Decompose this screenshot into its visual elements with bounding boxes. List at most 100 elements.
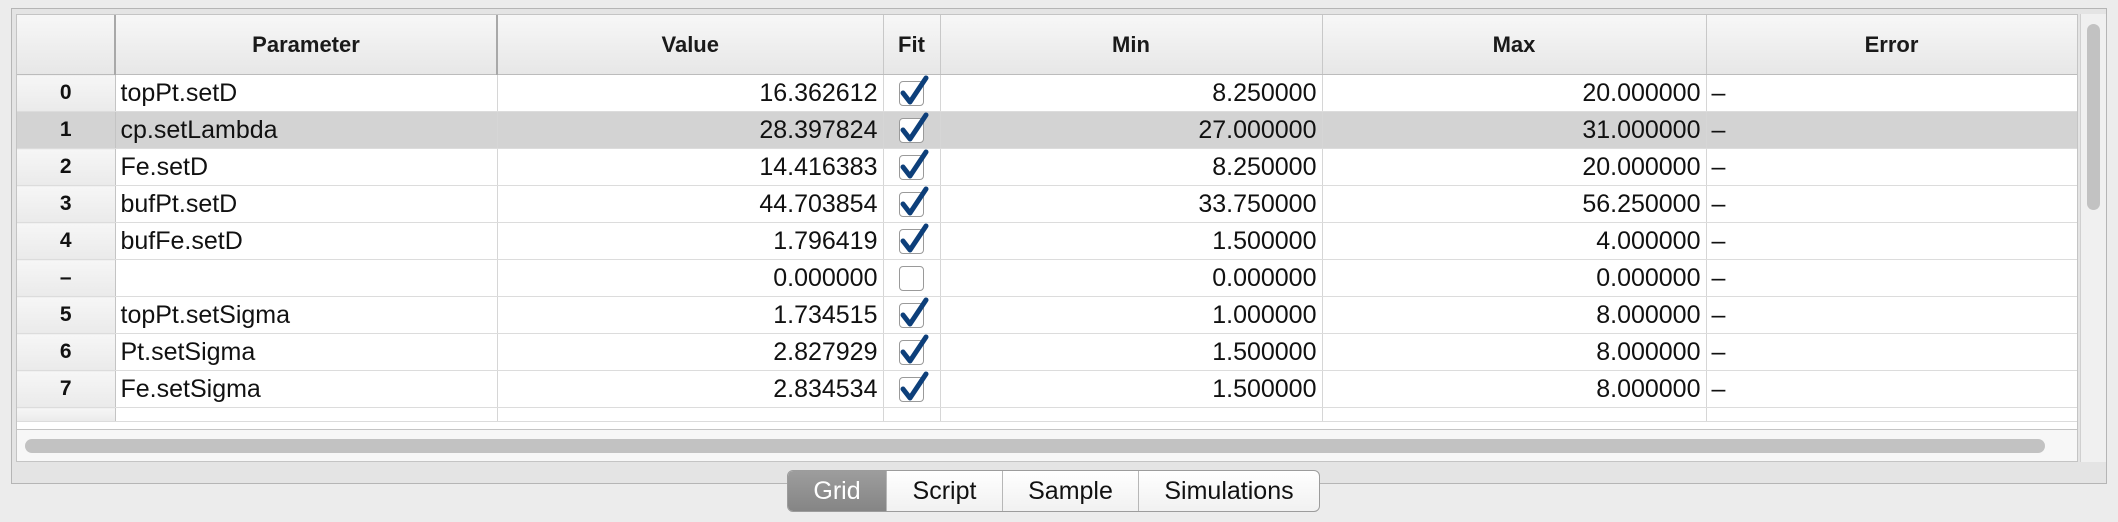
- column-header-error[interactable]: Error: [1706, 15, 2077, 75]
- column-header-min[interactable]: Min: [940, 15, 1323, 75]
- horizontal-scrollbar[interactable]: [16, 430, 2078, 462]
- row-index[interactable]: 5: [17, 296, 116, 334]
- fit-cell[interactable]: [883, 111, 941, 149]
- min-cell[interactable]: 0.000000: [940, 259, 1323, 297]
- table-row[interactable]: 0 topPt.setD 16.362612 8.250000 20.000000–: [17, 74, 2077, 112]
- fit-checkbox[interactable]: [899, 297, 929, 329]
- min-cell[interactable]: 33.750000: [940, 185, 1323, 223]
- parameter-cell[interactable]: Pt.setSigma: [115, 333, 498, 371]
- table-row[interactable]: 1 cp.setLambda 28.397824 27.000000 31.000000…: [17, 111, 2077, 149]
- value-cell[interactable]: 0.000000: [497, 259, 884, 297]
- fit-checkbox[interactable]: [899, 223, 929, 255]
- fit-cell[interactable]: [883, 333, 941, 371]
- tab-script[interactable]: Script: [886, 471, 1002, 511]
- max-cell[interactable]: 8.000000: [1322, 333, 1707, 371]
- max-cell[interactable]: 20.000000: [1322, 148, 1707, 186]
- table-row[interactable]: 5 topPt.setSigma 1.734515 1.000000 8.000000–: [17, 296, 2077, 334]
- table-row[interactable]: 2 Fe.setD 14.416383 8.250000 20.000000–: [17, 148, 2077, 186]
- parameter-table: Parameter Value Fit Min Max Error 0 topPt…: [17, 15, 2077, 422]
- row-index[interactable]: 7: [17, 370, 116, 408]
- table-row[interactable]: 3 bufPt.setD 44.703854 33.750000 56.250000–: [17, 185, 2077, 223]
- partial-cell: [940, 407, 1323, 422]
- column-header-parameter[interactable]: Parameter: [114, 15, 498, 75]
- table-row[interactable]: 7 Fe.setSigma 2.834534 1.500000 8.000000–: [17, 370, 2077, 408]
- column-header-max[interactable]: Max: [1322, 15, 1707, 75]
- parameter-cell[interactable]: Fe.setSigma: [115, 370, 498, 408]
- error-cell[interactable]: –: [1706, 74, 2077, 112]
- fit-checkbox[interactable]: [899, 149, 929, 181]
- corner-header[interactable]: [17, 15, 116, 75]
- max-cell[interactable]: 0.000000: [1322, 259, 1707, 297]
- min-cell[interactable]: 1.500000: [940, 370, 1323, 408]
- value-cell[interactable]: 2.827929: [497, 333, 884, 371]
- fit-cell[interactable]: [883, 74, 941, 112]
- row-index[interactable]: 4: [17, 222, 116, 260]
- row-index[interactable]: –: [17, 259, 116, 297]
- min-cell[interactable]: 8.250000: [940, 148, 1323, 186]
- vertical-scroll-thumb[interactable]: [2087, 24, 2100, 210]
- table-row[interactable]: 4 bufFe.setD 1.796419 1.500000 4.000000–: [17, 222, 2077, 260]
- table-row[interactable]: 6 Pt.setSigma 2.827929 1.500000 8.000000–: [17, 333, 2077, 371]
- column-header-value[interactable]: Value: [497, 15, 884, 75]
- value-cell[interactable]: 14.416383: [497, 148, 884, 186]
- max-cell[interactable]: 31.000000: [1322, 111, 1707, 149]
- checkmark-icon: [900, 297, 929, 327]
- min-cell[interactable]: 1.500000: [940, 222, 1323, 260]
- fit-cell[interactable]: [883, 259, 941, 297]
- table-row[interactable]: –0.000000 0.000000 0.000000–: [17, 259, 2077, 297]
- error-cell[interactable]: –: [1706, 296, 2077, 334]
- value-cell[interactable]: 1.796419: [497, 222, 884, 260]
- tab-simulations[interactable]: Simulations: [1138, 471, 1319, 511]
- vertical-scrollbar[interactable]: [2080, 14, 2106, 462]
- row-index[interactable]: 1: [17, 111, 116, 149]
- row-index[interactable]: 0: [17, 74, 116, 112]
- error-cell[interactable]: –: [1706, 370, 2077, 408]
- error-cell[interactable]: –: [1706, 222, 2077, 260]
- fit-checkbox[interactable]: [899, 186, 929, 218]
- fit-checkbox[interactable]: [899, 371, 929, 403]
- parameter-cell[interactable]: topPt.setD: [115, 74, 498, 112]
- error-cell[interactable]: –: [1706, 148, 2077, 186]
- min-cell[interactable]: 1.500000: [940, 333, 1323, 371]
- min-cell[interactable]: 8.250000: [940, 74, 1323, 112]
- value-cell[interactable]: 16.362612: [497, 74, 884, 112]
- error-cell[interactable]: –: [1706, 259, 2077, 297]
- error-cell[interactable]: –: [1706, 185, 2077, 223]
- fit-cell[interactable]: [883, 370, 941, 408]
- fit-checkbox[interactable]: [899, 75, 929, 107]
- fit-checkbox[interactable]: [899, 266, 924, 292]
- value-cell[interactable]: 2.834534: [497, 370, 884, 408]
- parameter-cell[interactable]: bufPt.setD: [115, 185, 498, 223]
- parameter-cell[interactable]: Fe.setD: [115, 148, 498, 186]
- error-cell[interactable]: –: [1706, 333, 2077, 371]
- error-cell[interactable]: –: [1706, 111, 2077, 149]
- column-header-fit[interactable]: Fit: [883, 15, 941, 75]
- parameter-cell[interactable]: cp.setLambda: [115, 111, 498, 149]
- tab-sample[interactable]: Sample: [1002, 471, 1138, 511]
- max-cell[interactable]: 8.000000: [1322, 370, 1707, 408]
- fit-cell[interactable]: [883, 148, 941, 186]
- max-cell[interactable]: 20.000000: [1322, 74, 1707, 112]
- row-index[interactable]: 6: [17, 333, 116, 371]
- partial-cell: [115, 407, 498, 422]
- min-cell[interactable]: 27.000000: [940, 111, 1323, 149]
- max-cell[interactable]: 56.250000: [1322, 185, 1707, 223]
- tab-grid[interactable]: Grid: [788, 471, 886, 511]
- fit-checkbox[interactable]: [899, 334, 929, 366]
- row-index[interactable]: 2: [17, 148, 116, 186]
- parameter-cell[interactable]: bufFe.setD: [115, 222, 498, 260]
- max-cell[interactable]: 8.000000: [1322, 296, 1707, 334]
- row-index[interactable]: 3: [17, 185, 116, 223]
- fit-cell[interactable]: [883, 185, 941, 223]
- parameter-cell[interactable]: topPt.setSigma: [115, 296, 498, 334]
- value-cell[interactable]: 28.397824: [497, 111, 884, 149]
- max-cell[interactable]: 4.000000: [1322, 222, 1707, 260]
- parameter-cell[interactable]: [115, 259, 498, 297]
- min-cell[interactable]: 1.000000: [940, 296, 1323, 334]
- fit-cell[interactable]: [883, 296, 941, 334]
- horizontal-scroll-thumb[interactable]: [25, 439, 2045, 453]
- fit-cell[interactable]: [883, 222, 941, 260]
- value-cell[interactable]: 44.703854: [497, 185, 884, 223]
- fit-checkbox[interactable]: [899, 112, 929, 144]
- value-cell[interactable]: 1.734515: [497, 296, 884, 334]
